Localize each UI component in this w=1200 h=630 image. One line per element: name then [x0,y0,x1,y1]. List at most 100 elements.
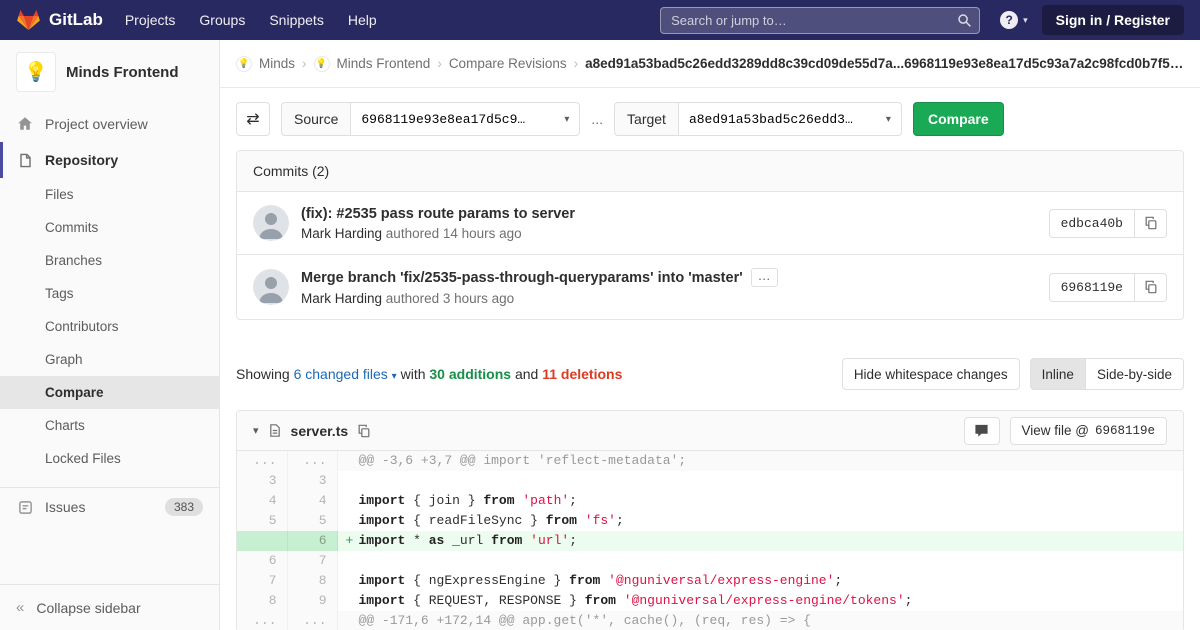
sidebar-item-repository[interactable]: Repository [0,142,219,178]
sidebar-subitem-charts[interactable]: Charts [0,409,219,442]
diff-table-body: ......@@ -3,6 +3,7 @@ import 'reflect-me… [237,451,1183,630]
old-line-number[interactable]: 6 [237,551,287,571]
avatar[interactable] [253,205,289,241]
diff-code-cell: import { REQUEST, RESPONSE } from '@ngun… [337,591,1183,611]
sidebar-subitem-locked-files[interactable]: Locked Files [0,442,219,475]
chevron-down-icon: ▾ [886,114,891,125]
old-line-number[interactable] [237,531,287,551]
nav-help[interactable]: Help [336,0,389,40]
new-line-number[interactable]: 5 [287,511,337,531]
diff-stats-text: Showing 6 changed files ▾ with 30 additi… [236,366,622,382]
diff-code-cell [337,551,1183,571]
new-line-number[interactable]: 8 [287,571,337,591]
sidebar-subitem-contributors[interactable]: Contributors [0,310,219,343]
sidebar-project-header[interactable]: 💡 Minds Frontend [0,40,219,102]
commit-short-sha[interactable]: 6968119e [1049,273,1135,302]
new-line-number[interactable]: 7 [287,551,337,571]
commit-title-link[interactable]: Merge branch 'fix/2535-pass-through-quer… [301,270,743,286]
breadcrumb-project[interactable]: Minds Frontend [337,56,431,71]
copy-sha-button[interactable] [1135,209,1167,238]
old-line-number[interactable]: 5 [237,511,287,531]
breadcrumb-page[interactable]: Compare Revisions [449,56,567,71]
diff-line-match: ......@@ -3,6 +3,7 @@ import 'reflect-me… [237,451,1183,471]
view-file-button[interactable]: View file @ 6968119e [1010,417,1168,445]
side-by-side-view-button[interactable]: Side-by-side [1086,358,1184,390]
project-avatar: 💡 [16,52,56,92]
sidebar-subitem-files[interactable]: Files [0,178,219,211]
gitlab-tanuki-icon [16,8,41,32]
old-line-number[interactable]: 3 [237,471,287,491]
compare-revisions-form: ⇄ Source 6968119e93e8ea17d5c9… ▾ ... Tar… [220,88,1200,150]
nav-groups[interactable]: Groups [187,0,257,40]
collapse-sidebar-button[interactable]: « Collapse sidebar [0,584,219,630]
issues-icon [16,500,34,515]
collapse-diff-caret[interactable]: ▾ [253,424,259,437]
target-label: Target [614,102,678,136]
new-line-number[interactable]: 3 [287,471,337,491]
nav-projects[interactable]: Projects [113,0,188,40]
diff-code-cell [337,471,1183,491]
inline-view-button[interactable]: Inline [1030,358,1086,390]
chevron-down-icon: ▾ [1023,15,1028,26]
copy-file-path-button[interactable] [357,424,371,438]
diff-file-panel: ▾ server.ts View file @ 6968119e [236,410,1184,630]
search-input[interactable] [660,7,980,34]
gitlab-logo[interactable]: GitLab [16,8,103,32]
new-line-number[interactable]: 4 [287,491,337,511]
swap-revisions-button[interactable]: ⇄ [236,102,270,136]
diff-line-match: ......@@ -171,6 +172,14 @@ app.get('*', … [237,611,1183,630]
issues-count-badge: 383 [165,498,203,516]
sidebar-subitem-commits[interactable]: Commits [0,211,219,244]
sidebar-subitem-branches[interactable]: Branches [0,244,219,277]
breadcrumb-separator-icon: › [574,56,579,71]
commit-title-link[interactable]: (fix): #2535 pass route params to server [301,206,575,222]
sidebar-subitem-tags[interactable]: Tags [0,277,219,310]
breadcrumb-current-sha: a8ed91a53bad5c26edd3289dd8c39cd09de55d7a… [585,56,1184,71]
new-line-number[interactable]: 6 [287,531,337,551]
commit-author-link[interactable]: Mark Harding [301,291,382,306]
changed-files-dropdown[interactable]: 6 changed files ▾ [294,366,401,382]
sidebar-section-repository: Repository Files Commits Branches Tags C… [0,142,219,475]
help-icon: ? [1000,11,1018,29]
old-line-number[interactable]: ... [237,611,287,630]
diff-line-context: 78import { ngExpressEngine } from '@ngun… [237,571,1183,591]
old-line-number[interactable]: 4 [237,491,287,511]
diff-code-cell: import { readFileSync } from 'fs'; [337,511,1183,531]
commit-author-link[interactable]: Mark Harding [301,226,382,241]
sign-in-register-button[interactable]: Sign in / Register [1042,5,1184,35]
diff-line-context: 67 [237,551,1183,571]
top-navbar: GitLab Projects Groups Snippets Help ? ▾… [0,0,1200,40]
sidebar-subitem-graph[interactable]: Graph [0,343,219,376]
old-line-number[interactable]: 7 [237,571,287,591]
new-line-number[interactable]: 9 [287,591,337,611]
chevron-down-icon: ▾ [564,114,569,125]
avatar[interactable] [253,269,289,305]
nav-snippets[interactable]: Snippets [257,0,335,40]
diff-code-cell: import { ngExpressEngine } from '@nguniv… [337,571,1183,591]
new-line-number[interactable]: ... [287,611,337,630]
diff-sign: + [346,531,359,551]
search-icon [957,13,972,31]
comment-button[interactable] [964,417,1000,445]
old-line-number[interactable]: ... [237,451,287,471]
new-line-number[interactable]: ... [287,451,337,471]
old-line-number[interactable]: 8 [237,591,287,611]
commit-short-sha[interactable]: edbca40b [1049,209,1135,238]
file-icon [268,423,282,438]
expand-commit-message-button[interactable]: … [751,268,778,287]
additions-count: 30 additions [429,366,511,382]
target-ref-dropdown[interactable]: a8ed91a53bad5c26edd3… ▾ [678,102,902,136]
sidebar-subitem-compare[interactable]: Compare [0,376,219,409]
commits-panel: Commits (2) (fix): #2535 pass route para… [236,150,1184,320]
global-search [660,7,980,34]
sidebar-item-issues[interactable]: Issues 383 [0,487,219,526]
copy-sha-button[interactable] [1135,273,1167,302]
breadcrumb-group[interactable]: Minds [259,56,295,71]
hide-whitespace-button[interactable]: Hide whitespace changes [842,358,1020,390]
source-ref-dropdown[interactable]: 6968119e93e8ea17d5c9… ▾ [350,102,580,136]
help-dropdown[interactable]: ? ▾ [1000,11,1028,29]
diff-line-add: 6+import * as _url from 'url'; [237,531,1183,551]
diff-line-context: 44import { join } from 'path'; [237,491,1183,511]
compare-button[interactable]: Compare [913,102,1004,136]
sidebar-item-project-overview[interactable]: Project overview [0,106,219,142]
